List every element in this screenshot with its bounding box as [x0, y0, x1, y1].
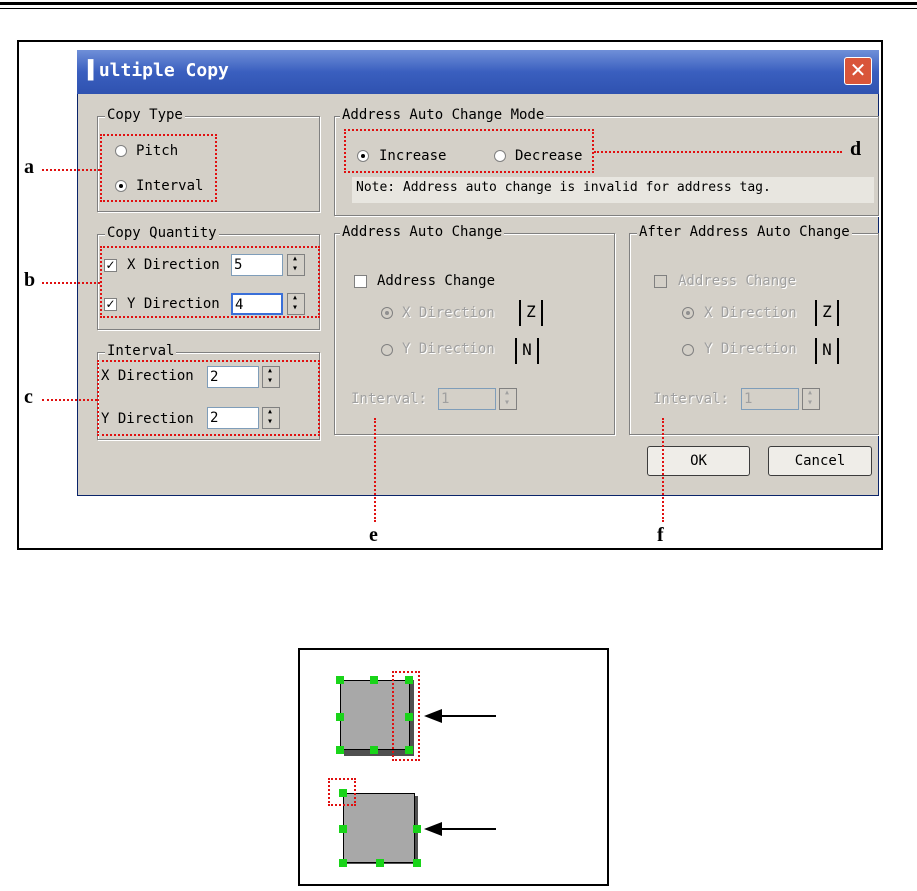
callout-box-b: [100, 246, 320, 318]
aac-interval-label: Interval:: [351, 391, 427, 407]
cancel-button[interactable]: Cancel: [768, 446, 872, 476]
after-interval-spinner[interactable]: [802, 387, 820, 410]
header-rule-thin: [0, 8, 917, 9]
callout-box-c: [97, 360, 320, 436]
object-1-handle[interactable]: [370, 676, 378, 684]
after-z-order-direction-icon: Z: [815, 300, 839, 326]
after-n-order-direction-icon: N: [815, 338, 839, 364]
object-2-handle[interactable]: [376, 859, 384, 867]
callout-line-e: [374, 418, 376, 522]
aac-y-direction-radio[interactable]: [381, 344, 393, 356]
object-1-handle[interactable]: [336, 676, 344, 684]
callout-d: d: [850, 138, 862, 160]
aac-interval-spinner[interactable]: [499, 387, 517, 410]
address-auto-change-legend: Address Auto Change: [340, 224, 505, 240]
callout-c: c: [24, 386, 33, 408]
callout-a: a: [24, 156, 34, 178]
object-2-handle[interactable]: [339, 825, 347, 833]
after-address-change-checkbox[interactable]: [654, 275, 667, 288]
copy-quantity-legend: Copy Quantity: [105, 225, 219, 241]
object-2-handle[interactable]: [413, 859, 421, 867]
after-interval-input[interactable]: 1: [741, 388, 799, 410]
callout-line-d: [594, 151, 842, 153]
object-2-handle[interactable]: [413, 825, 421, 833]
header-rule-thick: [0, 2, 917, 5]
interval-legend: Interval: [105, 343, 177, 359]
arrow-2-line: [440, 828, 496, 830]
n-order-direction-icon: N: [515, 338, 539, 364]
address-change-checkbox[interactable]: [354, 275, 367, 288]
callout-line-f: [662, 418, 664, 522]
aac-y-direction-label: Y Direction: [402, 341, 495, 357]
callout-e: e: [369, 524, 378, 546]
aac-x-direction-radio[interactable]: [381, 307, 393, 319]
after-y-direction-radio[interactable]: [682, 344, 694, 356]
address-mode-note: Note: Address auto change is invalid for…: [352, 177, 874, 203]
object-1-handle[interactable]: [336, 713, 344, 721]
callout-line-b: [42, 282, 100, 284]
callout-box-d: [344, 129, 594, 173]
address-mode-legend: Address Auto Change Mode: [340, 107, 547, 123]
copy-type-legend: Copy Type: [105, 107, 185, 123]
after-address-change-label: Address Change: [678, 273, 797, 289]
callout-f: f: [657, 524, 664, 546]
aac-interval-input[interactable]: 1: [438, 388, 496, 410]
callout-box-object-1: [392, 671, 420, 761]
object-1-handle[interactable]: [370, 746, 378, 754]
callout-line-a: [42, 169, 100, 171]
after-interval-label: Interval:: [653, 391, 729, 407]
callout-box-object-2: [328, 778, 356, 806]
after-x-direction-radio[interactable]: [682, 307, 694, 319]
callout-line-c: [42, 399, 97, 401]
after-y-direction-label: Y Direction: [704, 341, 797, 357]
close-button[interactable]: ✕: [844, 57, 872, 85]
callout-box-a: [100, 134, 217, 202]
object-2-handle[interactable]: [339, 859, 347, 867]
after-address-change-legend: After Address Auto Change: [637, 224, 852, 240]
z-order-direction-icon: Z: [519, 300, 543, 326]
address-change-label: Address Change: [377, 273, 496, 289]
callout-b: b: [24, 269, 36, 291]
arrow-1-head: [424, 709, 442, 723]
arrow-1-line: [440, 715, 496, 717]
arrow-2-head: [424, 822, 442, 836]
aac-x-direction-label: X Direction: [402, 305, 495, 321]
object-1-handle[interactable]: [336, 746, 344, 754]
dialog-title: ▌ultiple Copy: [88, 60, 229, 81]
after-x-direction-label: X Direction: [704, 305, 797, 321]
